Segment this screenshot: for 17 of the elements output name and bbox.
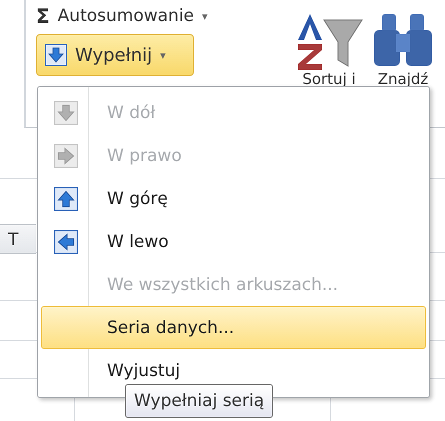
- caret-icon: ▾: [160, 48, 166, 62]
- sum-icon: Σ: [36, 4, 50, 28]
- column-header[interactable]: T: [0, 224, 36, 254]
- arrow-down-icon: [54, 100, 78, 124]
- menu-item[interactable]: W lewo: [41, 220, 426, 263]
- tooltip: Wypełniaj serią: [125, 384, 274, 418]
- arrow-down-icon: [45, 44, 67, 66]
- find-label[interactable]: Znajdź: [378, 70, 428, 88]
- sort-label[interactable]: Sortuj i: [302, 70, 356, 88]
- menu-item[interactable]: Seria danych...: [41, 306, 426, 349]
- fill-button[interactable]: Wypełnij ▾: [36, 34, 194, 76]
- autosum-label[interactable]: Autosumowanie: [58, 6, 194, 26]
- caret-icon: ▾: [202, 10, 208, 22]
- menu-item[interactable]: W górę: [41, 177, 426, 220]
- arrow-left-icon: [54, 230, 78, 254]
- arrow-right-icon: [54, 144, 78, 168]
- arrow-up-icon: [54, 186, 78, 210]
